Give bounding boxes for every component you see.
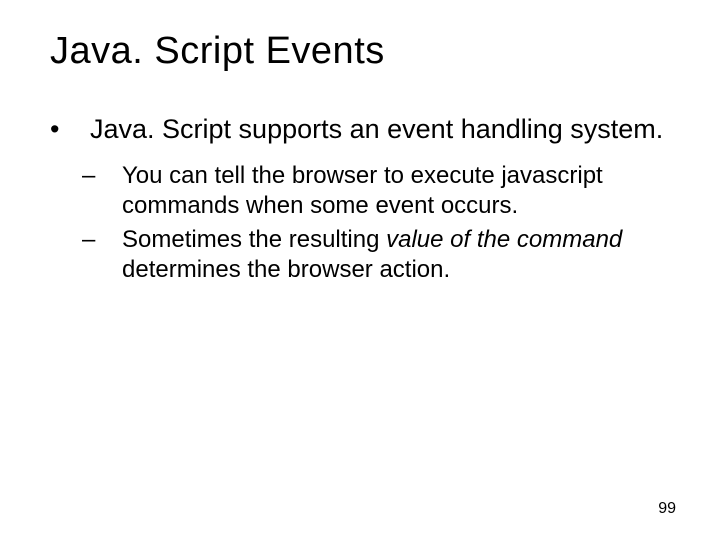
slide: Java. Script Events •Java. Script suppor… <box>0 0 720 540</box>
sub-bullet-text-c: determines the browser action. <box>122 256 450 283</box>
dash-icon: – <box>102 161 122 191</box>
page-number: 99 <box>658 500 676 518</box>
sub-bullet-text: You can tell the browser to execute java… <box>122 162 603 219</box>
slide-title: Java. Script Events <box>50 30 670 73</box>
sub-bullet-text-italic: value of the command <box>386 226 622 253</box>
bullet-level-2: –Sometimes the resulting value of the co… <box>102 225 670 285</box>
sub-bullet-text-a: Sometimes the resulting <box>122 226 386 253</box>
bullet-level-2: –You can tell the browser to execute jav… <box>102 161 670 221</box>
bullet-level-1: •Java. Script supports an event handling… <box>70 113 670 147</box>
bullet-dot: • <box>70 113 90 147</box>
bullet-text: Java. Script supports an event handling … <box>90 114 663 144</box>
dash-icon: – <box>102 225 122 255</box>
